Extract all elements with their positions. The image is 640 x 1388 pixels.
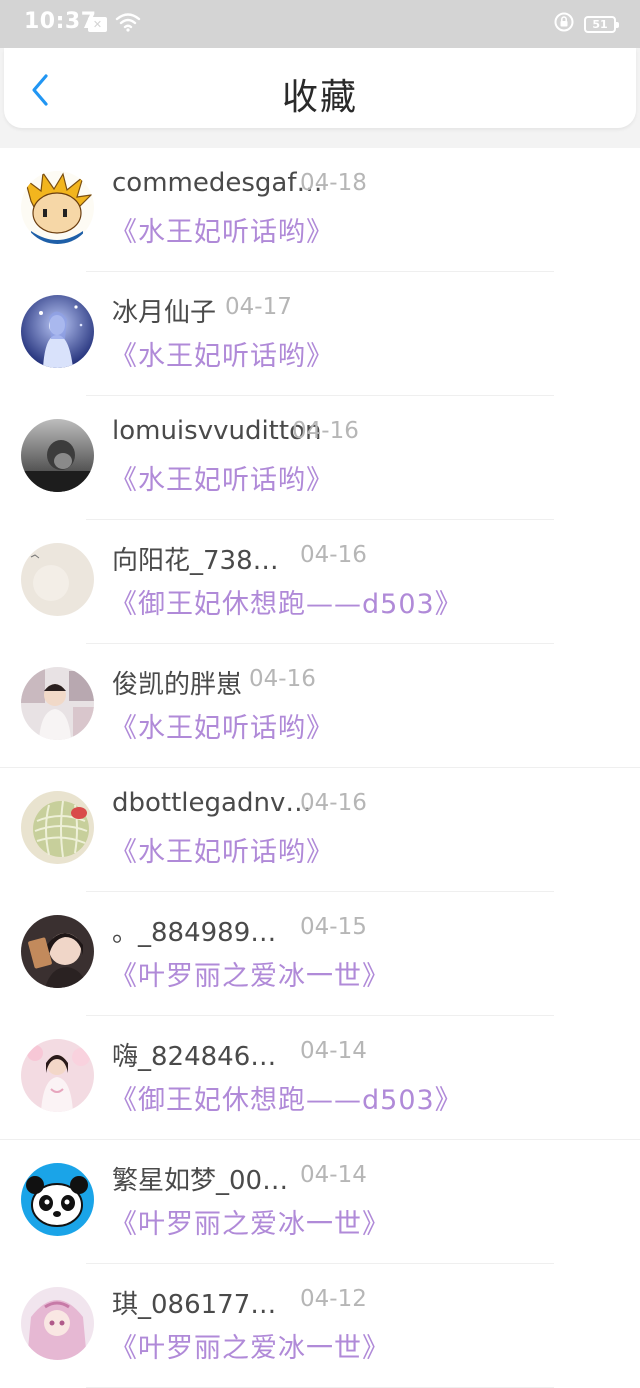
avatar[interactable]: [21, 1039, 94, 1112]
user-name: 琪_086177…: [112, 1290, 277, 1320]
user-name: 嗨_824846…: [112, 1042, 277, 1072]
user-name: 。_884989…: [112, 918, 277, 948]
wifi-icon: [115, 12, 141, 36]
user-name: lomuisvvuditton: [112, 416, 322, 446]
book-title-link[interactable]: 《叶罗丽之爱冰一世》: [110, 954, 390, 993]
favorite-date: 04-16: [249, 666, 316, 692]
book-title-link[interactable]: 《御王妃休想跑——d503》: [110, 582, 463, 621]
avatar[interactable]: [21, 1163, 94, 1236]
list-item[interactable]: 琪_086177… 04-12 《叶罗丽之爱冰一世》: [0, 1264, 640, 1388]
avatar[interactable]: [21, 171, 94, 244]
user-name: dbottlegadnv…: [112, 788, 312, 818]
avatar[interactable]: [21, 915, 94, 988]
favorite-date: 04-17: [225, 294, 292, 320]
list-item[interactable]: 俊凯的胖崽 04-16 《水王妃听话哟》: [0, 644, 640, 768]
avatar[interactable]: [21, 791, 94, 864]
status-time: 10:37: [24, 9, 97, 34]
avatar[interactable]: [21, 419, 94, 492]
lock-rotation-icon: [554, 12, 574, 36]
book-title-link[interactable]: 《御王妃休想跑——d503》: [110, 1078, 463, 1117]
list-item[interactable]: 向阳花_738… 04-16 《御王妃休想跑——d503》: [0, 520, 640, 644]
favorite-date: 04-16: [300, 790, 367, 816]
list-item[interactable]: 嗨_824846… 04-14 《御王妃休想跑——d503》: [0, 1016, 640, 1140]
avatar[interactable]: [21, 295, 94, 368]
navigation-header: 收藏: [4, 48, 636, 128]
list-item[interactable]: 冰月仙子 04-17 《水王妃听话哟》: [0, 272, 640, 396]
favorite-date: 04-14: [300, 1162, 367, 1188]
book-title-link[interactable]: 《水王妃听话哟》: [110, 334, 334, 373]
user-name: 向阳花_738…: [112, 546, 279, 576]
user-name: 俊凯的胖崽: [112, 670, 243, 700]
book-title-link[interactable]: 《水王妃听话哟》: [110, 458, 334, 497]
user-name: 冰月仙子: [112, 298, 217, 328]
list-item[interactable]: dbottlegadnv… 04-16 《水王妃听话哟》: [0, 768, 640, 892]
page-title: 收藏: [281, 77, 358, 118]
list-item[interactable]: 繁星如梦_00… 04-14 《叶罗丽之爱冰一世》: [0, 1140, 640, 1264]
favorite-date: 04-16: [300, 542, 367, 568]
avatar[interactable]: [21, 1287, 94, 1360]
book-title-link[interactable]: 《水王妃听话哟》: [110, 706, 334, 745]
avatar[interactable]: [21, 667, 94, 740]
book-title-link[interactable]: 《水王妃听话哟》: [110, 210, 334, 249]
notification-icon: ✕: [88, 16, 107, 32]
favorite-date: 04-18: [300, 170, 367, 196]
favorites-list: commedesgaf… 04-18 《水王妃听话哟》 冰月仙子 04-17 《…: [0, 148, 640, 1388]
favorite-date: 04-15: [300, 914, 367, 940]
list-item[interactable]: lomuisvvuditton 04-16 《水王妃听话哟》: [0, 396, 640, 520]
book-title-link[interactable]: 《叶罗丽之爱冰一世》: [110, 1326, 390, 1365]
battery-icon: 51: [584, 15, 619, 33]
book-title-link[interactable]: 《水王妃听话哟》: [110, 830, 334, 869]
status-bar: 10:37 ✕ 51: [0, 0, 640, 48]
book-title-link[interactable]: 《叶罗丽之爱冰一世》: [110, 1202, 390, 1241]
list-item[interactable]: 。_884989… 04-15 《叶罗丽之爱冰一世》: [0, 892, 640, 1016]
avatar[interactable]: [21, 543, 94, 616]
user-name: 繁星如梦_00…: [112, 1166, 289, 1196]
list-item[interactable]: commedesgaf… 04-18 《水王妃听话哟》: [0, 148, 640, 272]
favorite-date: 04-16: [292, 418, 359, 444]
favorite-date: 04-12: [300, 1286, 367, 1312]
favorite-date: 04-14: [300, 1038, 367, 1064]
user-name: commedesgaf…: [112, 168, 323, 198]
